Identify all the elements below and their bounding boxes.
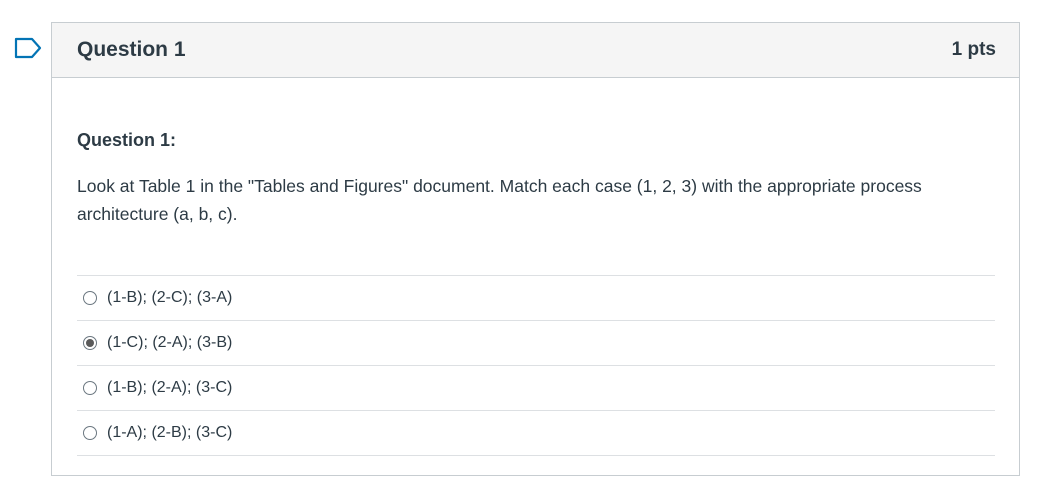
radio-button[interactable] (83, 291, 97, 305)
answer-label[interactable]: (1-B); (2-A); (3-C) (107, 379, 232, 397)
answer-label[interactable]: (1-A); (2-B); (3-C) (107, 424, 232, 442)
answer-option-4[interactable]: (1-A); (2-B); (3-C) (77, 411, 995, 456)
answer-option-1[interactable]: (1-B); (2-C); (3-A) (77, 276, 995, 321)
answer-label[interactable]: (1-C); (2-A); (3-B) (107, 334, 232, 352)
answer-option-3[interactable]: (1-B); (2-A); (3-C) (77, 366, 995, 411)
question-subtitle: Question 1: (77, 130, 177, 150)
question-title: Question 1 (77, 38, 186, 61)
radio-button[interactable] (83, 426, 97, 440)
question-body: Question 1: Look at Table 1 in the "Tabl… (52, 128, 1019, 456)
answer-list: (1-B); (2-C); (3-A) (1-C); (2-A); (3-B) … (77, 275, 995, 456)
question-text: Look at Table 1 in the "Tables and Figur… (77, 176, 922, 224)
question-card: Question 1 1 pts Question 1: Look at Tab… (51, 22, 1020, 476)
answer-option-2[interactable]: (1-C); (2-A); (3-B) (77, 321, 995, 366)
question-header: Question 1 1 pts (52, 23, 1019, 78)
question-points: 1 pts (951, 39, 996, 60)
answer-label[interactable]: (1-B); (2-C); (3-A) (107, 289, 232, 307)
radio-button[interactable] (83, 381, 97, 395)
flag-question-icon[interactable] (14, 37, 42, 59)
radio-button-selected[interactable] (83, 336, 97, 350)
